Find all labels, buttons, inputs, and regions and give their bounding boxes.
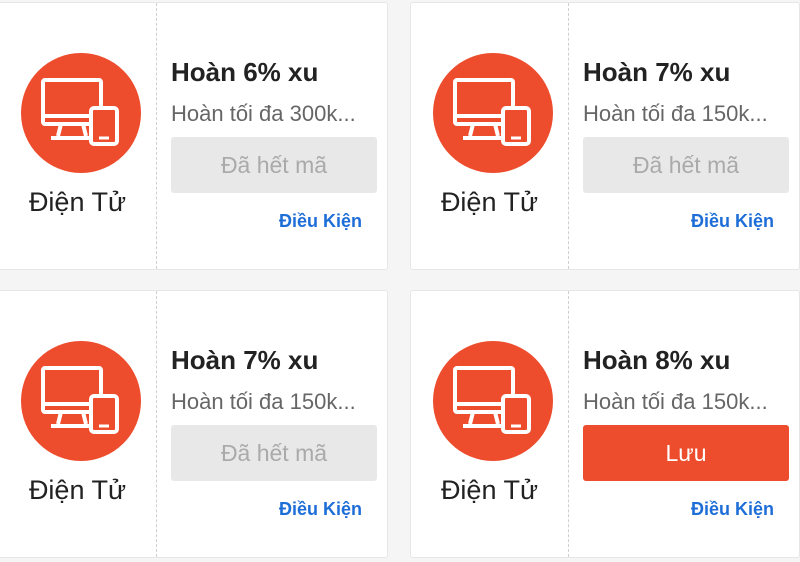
save-voucher-button[interactable]: Lưu [583, 425, 789, 481]
computer-tablet-icon [453, 366, 531, 434]
electronics-icon-circle [21, 53, 141, 173]
voucher-subtitle: Hoàn tối đa 150k... [583, 389, 768, 414]
voucher-conditions-link[interactable]: Điều Kiện [691, 211, 774, 232]
voucher-conditions-link[interactable]: Điều Kiện [691, 499, 774, 520]
computer-tablet-icon [453, 78, 531, 146]
voucher-category-panel: Điện Tử [411, 3, 569, 269]
voucher-subtitle: Hoàn tối đa 300k... [171, 101, 356, 126]
voucher-category-label: Điện Tử [28, 187, 127, 217]
voucher-out-of-stock-button: Đã hết mã [583, 137, 789, 193]
electronics-icon-circle [433, 341, 553, 461]
voucher-title: Hoàn 7% xu [171, 345, 319, 375]
voucher-subtitle: Hoàn tối đa 150k... [171, 389, 356, 414]
voucher-category-label: Điện Tử [440, 187, 539, 217]
voucher-details: Hoàn 8% xu Hoàn tối đa 150k... Lưu Điều … [581, 291, 796, 557]
voucher-out-of-stock-button: Đã hết mã [171, 425, 377, 481]
voucher-details: Hoàn 7% xu Hoàn tối đa 150k... Đã hết mã… [581, 3, 796, 269]
voucher-subtitle: Hoàn tối đa 150k... [583, 101, 768, 126]
voucher-title: Hoàn 6% xu [171, 57, 319, 87]
voucher-card: Điện Tử Hoàn 7% xu Hoàn tối đa 150k... Đ… [410, 2, 800, 270]
voucher-category-panel: Điện Tử [411, 291, 569, 557]
voucher-conditions-link[interactable]: Điều Kiện [279, 211, 362, 232]
voucher-category-label: Điện Tử [440, 475, 539, 505]
voucher-title: Hoàn 8% xu [583, 345, 731, 375]
electronics-icon-circle [21, 341, 141, 461]
computer-tablet-icon [41, 366, 119, 434]
voucher-category-panel: Điện Tử [0, 291, 157, 557]
voucher-title: Hoàn 7% xu [583, 57, 731, 87]
voucher-card: Điện Tử Hoàn 8% xu Hoàn tối đa 150k... L… [410, 290, 800, 558]
voucher-card: Điện Tử Hoàn 6% xu Hoàn tối đa 300k... Đ… [0, 2, 388, 270]
voucher-details: Hoàn 7% xu Hoàn tối đa 150k... Đã hết mã… [169, 291, 384, 557]
electronics-icon-circle [433, 53, 553, 173]
voucher-category-label: Điện Tử [28, 475, 127, 505]
voucher-card: Điện Tử Hoàn 7% xu Hoàn tối đa 150k... Đ… [0, 290, 388, 558]
voucher-category-panel: Điện Tử [0, 3, 157, 269]
voucher-out-of-stock-button: Đã hết mã [171, 137, 377, 193]
voucher-details: Hoàn 6% xu Hoàn tối đa 300k... Đã hết mã… [169, 3, 384, 269]
computer-tablet-icon [41, 78, 119, 146]
voucher-conditions-link[interactable]: Điều Kiện [279, 499, 362, 520]
